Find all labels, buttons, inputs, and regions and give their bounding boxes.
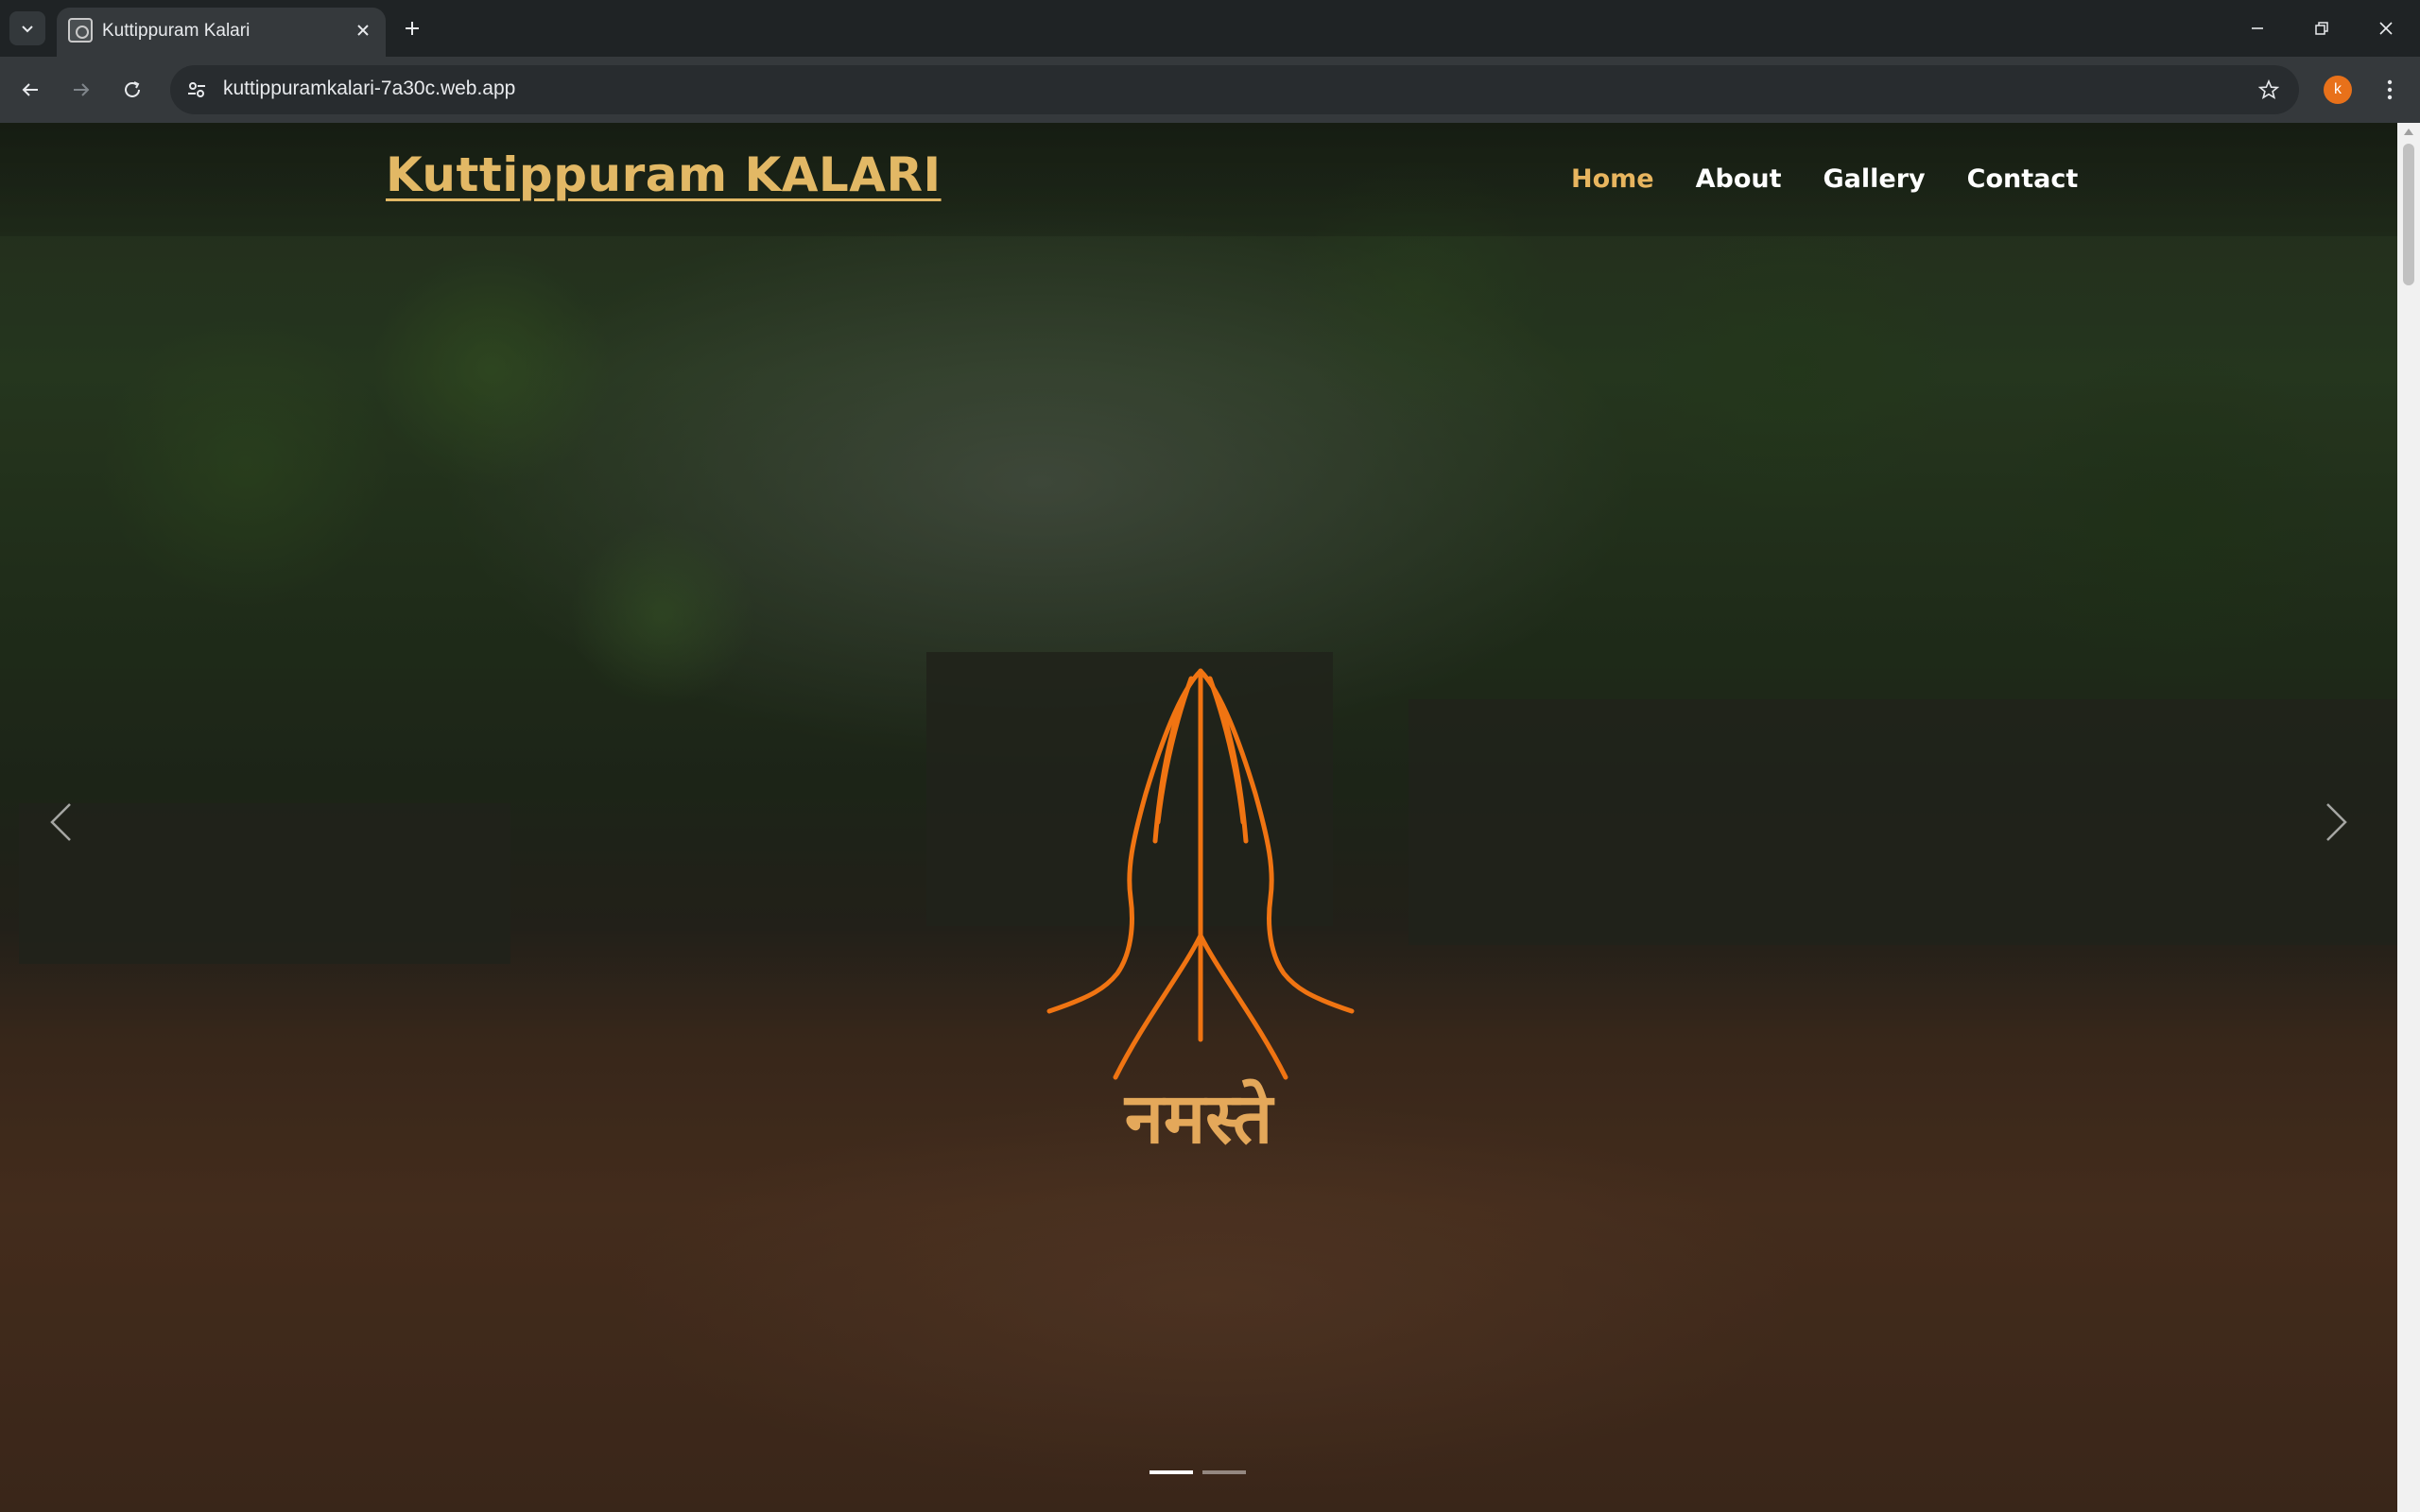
arrow-left-icon <box>22 83 38 96</box>
nav-gallery[interactable]: Gallery <box>1824 164 1926 194</box>
browser-tab[interactable]: Kuttippuram Kalari <box>57 8 386 57</box>
tab-title: Kuttippuram Kalari <box>102 21 251 41</box>
carousel-next-button[interactable] <box>2308 784 2365 860</box>
carousel-indicator-1[interactable] <box>1150 1470 1193 1474</box>
minimize-icon <box>2252 27 2263 29</box>
close-icon <box>2379 22 2393 35</box>
site-logo[interactable]: Kuttippuram KALARI <box>386 147 942 202</box>
carousel-indicators <box>1150 1470 1246 1474</box>
nav-home[interactable]: Home <box>1571 164 1654 194</box>
site-nav: Home About Gallery Contact <box>1571 164 2078 194</box>
close-icon <box>357 25 369 36</box>
page-viewport: Kuttippuram KALARI Home About Gallery Co… <box>0 123 2397 1512</box>
namaste-heading: नमस्ते <box>1124 1078 1273 1160</box>
carousel-prev-button[interactable] <box>32 784 89 860</box>
close-window-button[interactable] <box>2358 8 2414 49</box>
new-tab-button[interactable] <box>395 11 429 45</box>
reload-icon <box>125 81 140 97</box>
more-vertical-icon <box>2387 79 2393 100</box>
bookmark-button[interactable] <box>2252 73 2286 107</box>
url-text[interactable]: kuttippuramkalari-7a30c.web.app <box>223 77 515 100</box>
restore-button[interactable] <box>2293 8 2350 49</box>
browser-menu-button[interactable] <box>2373 71 2407 109</box>
tune-icon <box>188 82 205 97</box>
reload-button[interactable] <box>113 71 151 109</box>
site-header: Kuttippuram KALARI Home About Gallery Co… <box>0 123 2397 236</box>
address-bar[interactable]: kuttippuramkalari-7a30c.web.app <box>170 65 2299 114</box>
tab-search-button[interactable] <box>9 11 45 45</box>
tab-close-button[interactable] <box>350 17 376 43</box>
page-scrollbar[interactable] <box>2397 123 2420 1512</box>
browser-tab-bar: Kuttippuram Kalari <box>0 0 2420 57</box>
back-button[interactable] <box>11 71 49 109</box>
minimize-button[interactable] <box>2229 8 2286 49</box>
restore-icon <box>2315 22 2328 35</box>
arrow-right-icon <box>74 83 90 96</box>
chevron-down-icon <box>22 26 33 33</box>
plus-icon <box>406 22 419 35</box>
nav-about[interactable]: About <box>1696 164 1782 194</box>
profile-avatar[interactable]: k <box>2324 76 2352 104</box>
forward-button[interactable] <box>62 71 100 109</box>
chevron-left-icon <box>50 803 71 841</box>
carousel-indicator-2[interactable] <box>1202 1470 1246 1474</box>
scroll-up-arrow-icon[interactable] <box>2404 129 2413 135</box>
browser-toolbar: kuttippuramkalari-7a30c.web.app k <box>0 57 2420 123</box>
site-info-button[interactable] <box>180 73 214 107</box>
star-icon <box>2258 79 2279 100</box>
nav-contact[interactable]: Contact <box>1967 164 2079 194</box>
chevron-right-icon <box>2326 803 2347 841</box>
site-favicon-icon <box>68 18 93 43</box>
scrollbar-thumb[interactable] <box>2403 144 2414 285</box>
